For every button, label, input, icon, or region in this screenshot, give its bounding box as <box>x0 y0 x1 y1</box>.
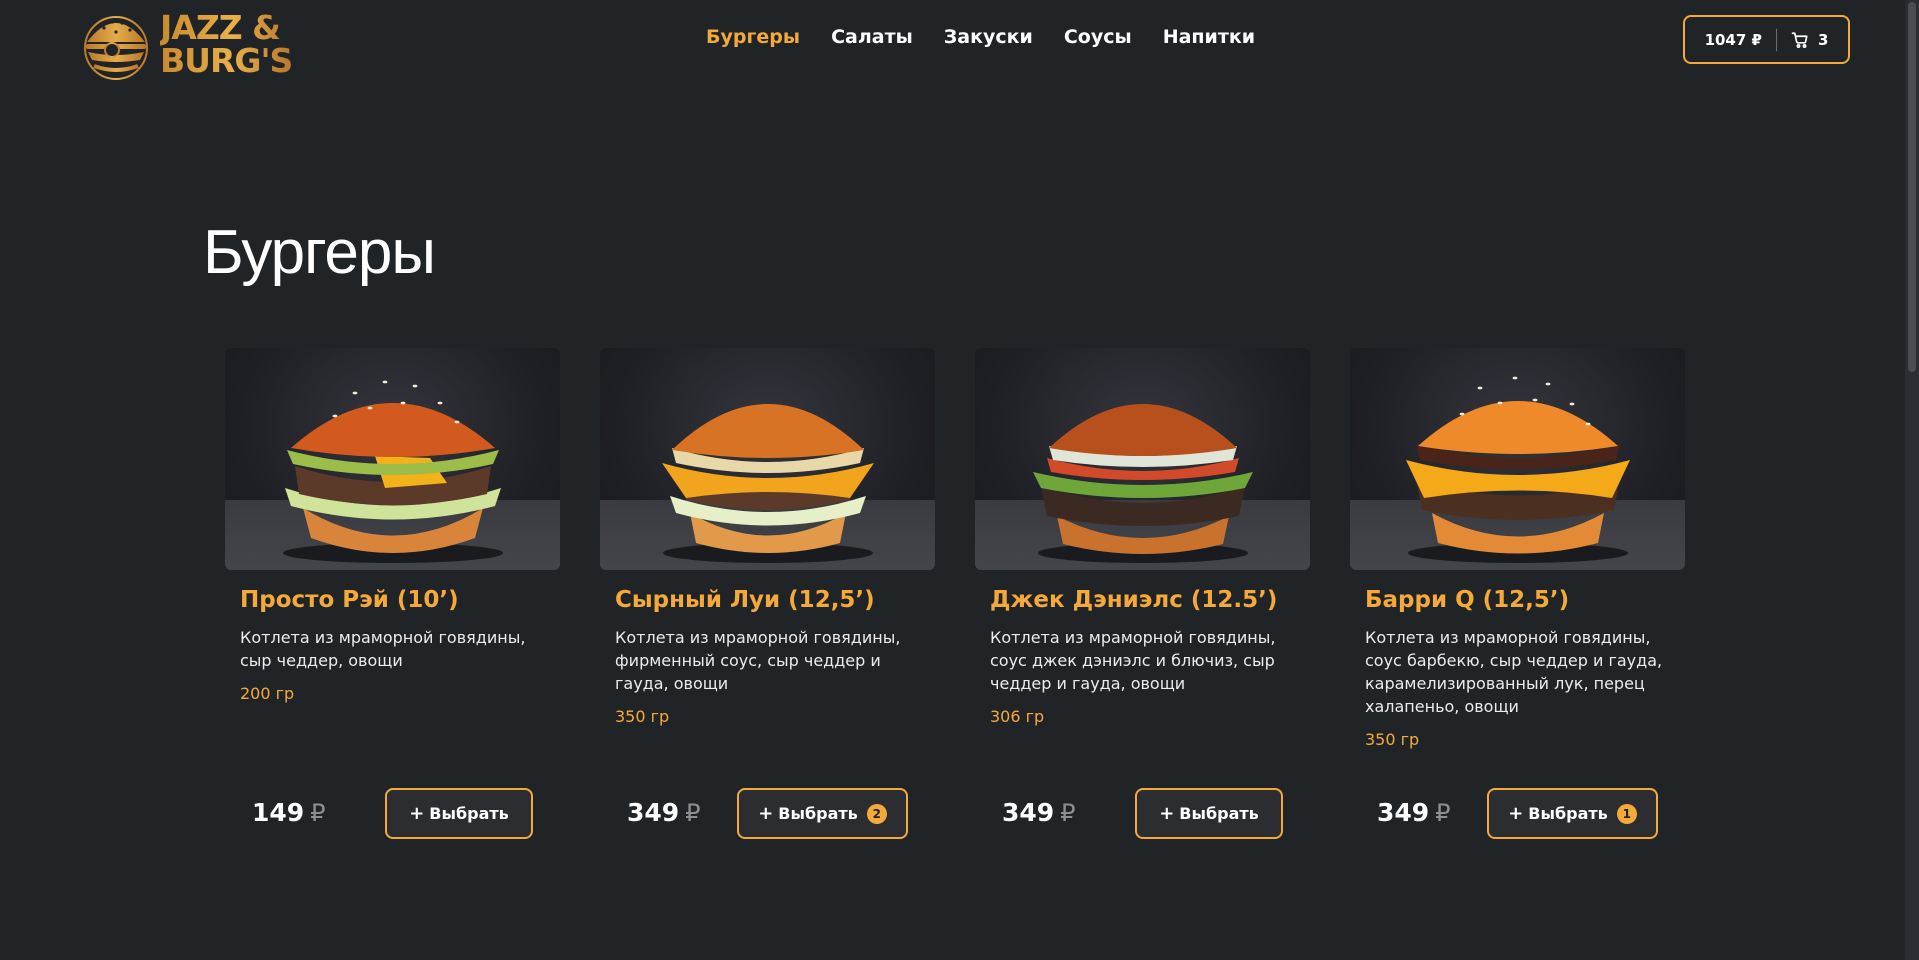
product-image[interactable] <box>600 348 935 570</box>
price-value: 349 <box>1002 798 1055 827</box>
price-value: 349 <box>1377 798 1430 827</box>
burger-logo-icon <box>84 16 148 80</box>
scrollbar-thumb[interactable] <box>1908 2 1916 372</box>
select-button-label: Выбрать <box>429 804 509 823</box>
quantity-badge: 1 <box>1616 803 1637 824</box>
product-card: Джек Дэниэлс (12.5’) Котлета из мраморно… <box>975 348 1310 850</box>
product-card: Сырный Луи (12,5’) Котлета из мраморной … <box>600 348 935 850</box>
product-name[interactable]: Сырный Луи (12,5’) <box>615 587 875 613</box>
select-button-label: Выбрать <box>1179 804 1259 823</box>
product-weight: 306 гр <box>990 707 1045 726</box>
nav-item-salads[interactable]: Салаты <box>831 26 913 48</box>
product-price: 349 ₽ <box>1377 798 1450 827</box>
site-header: JAZZ & BURG'S Бургеры Салаты Закуски Соу… <box>0 0 1905 80</box>
product-description: Котлета из мраморной говядины, сыр чедде… <box>240 628 526 670</box>
burger-photo-icon <box>1033 404 1253 563</box>
cart-button[interactable]: 1047 ₽ 3 <box>1683 15 1850 64</box>
burger-photo-icon <box>1406 376 1630 563</box>
product-image[interactable] <box>1350 348 1685 570</box>
logo-text-line2: BURG'S <box>160 41 293 80</box>
select-button[interactable]: + Выбрать <box>1135 788 1283 839</box>
currency-symbol: ₽ <box>1060 799 1076 827</box>
page-title: Бургеры <box>203 218 436 287</box>
nav-item-burgers[interactable]: Бургеры <box>706 26 800 48</box>
currency-symbol: ₽ <box>1435 799 1451 827</box>
product-price: 149 ₽ <box>252 798 325 827</box>
product-card: Барри Q (12,5’) Котлета из мраморной гов… <box>1350 348 1685 850</box>
currency-symbol: ₽ <box>310 799 326 827</box>
logo-text-line1: JAZZ & <box>160 8 280 47</box>
logo[interactable]: JAZZ & BURG'S <box>78 6 300 82</box>
burger-photo-icon <box>662 404 874 563</box>
select-button-label: Выбрать <box>778 804 858 823</box>
product-weight: 350 гр <box>1365 730 1420 749</box>
burger-photo-icon <box>283 380 503 563</box>
currency-symbol: ₽ <box>685 799 701 827</box>
select-button[interactable]: + Выбрать 1 <box>1487 788 1658 839</box>
product-price: 349 ₽ <box>627 798 700 827</box>
nav-item-sauces[interactable]: Соусы <box>1064 26 1132 48</box>
product-image[interactable] <box>225 348 560 570</box>
cart-count: 3 <box>1817 30 1829 49</box>
product-weight: 350 гр <box>615 707 670 726</box>
nav-item-drinks[interactable]: Напитки <box>1163 26 1255 48</box>
product-weight: 200 гр <box>240 684 295 703</box>
product-description: Котлета из мраморной говядины, соус джек… <box>990 628 1276 693</box>
cart-icon <box>1791 31 1808 48</box>
select-button-label: Выбрать <box>1528 804 1608 823</box>
plus-icon: + <box>1508 803 1524 824</box>
plus-icon: + <box>409 803 425 824</box>
price-value: 349 <box>627 798 680 827</box>
product-name[interactable]: Джек Дэниэлс (12.5’) <box>990 587 1277 613</box>
logo-text: JAZZ & BURG'S <box>160 11 292 77</box>
product-image[interactable] <box>975 348 1310 570</box>
main-nav: Бургеры Салаты Закуски Соусы Напитки <box>706 26 1255 48</box>
nav-item-snacks[interactable]: Закуски <box>944 26 1033 48</box>
product-description: Котлета из мраморной говядины, фирменный… <box>615 628 901 693</box>
quantity-badge: 2 <box>866 803 887 824</box>
price-value: 149 <box>252 798 305 827</box>
product-card: Просто Рэй (10’) Котлета из мраморной го… <box>225 348 560 850</box>
plus-icon: + <box>758 803 774 824</box>
select-button[interactable]: + Выбрать <box>385 788 533 839</box>
product-description: Котлета из мраморной говядины, соус барб… <box>1365 628 1663 716</box>
plus-icon: + <box>1159 803 1175 824</box>
cart-divider <box>1775 28 1777 51</box>
page-scrollbar[interactable] <box>1905 0 1919 960</box>
select-button[interactable]: + Выбрать 2 <box>737 788 908 839</box>
product-price: 349 ₽ <box>1002 798 1075 827</box>
cart-total: 1047 ₽ <box>1704 30 1762 49</box>
product-name[interactable]: Просто Рэй (10’) <box>240 587 459 613</box>
product-name[interactable]: Барри Q (12,5’) <box>1365 587 1569 613</box>
